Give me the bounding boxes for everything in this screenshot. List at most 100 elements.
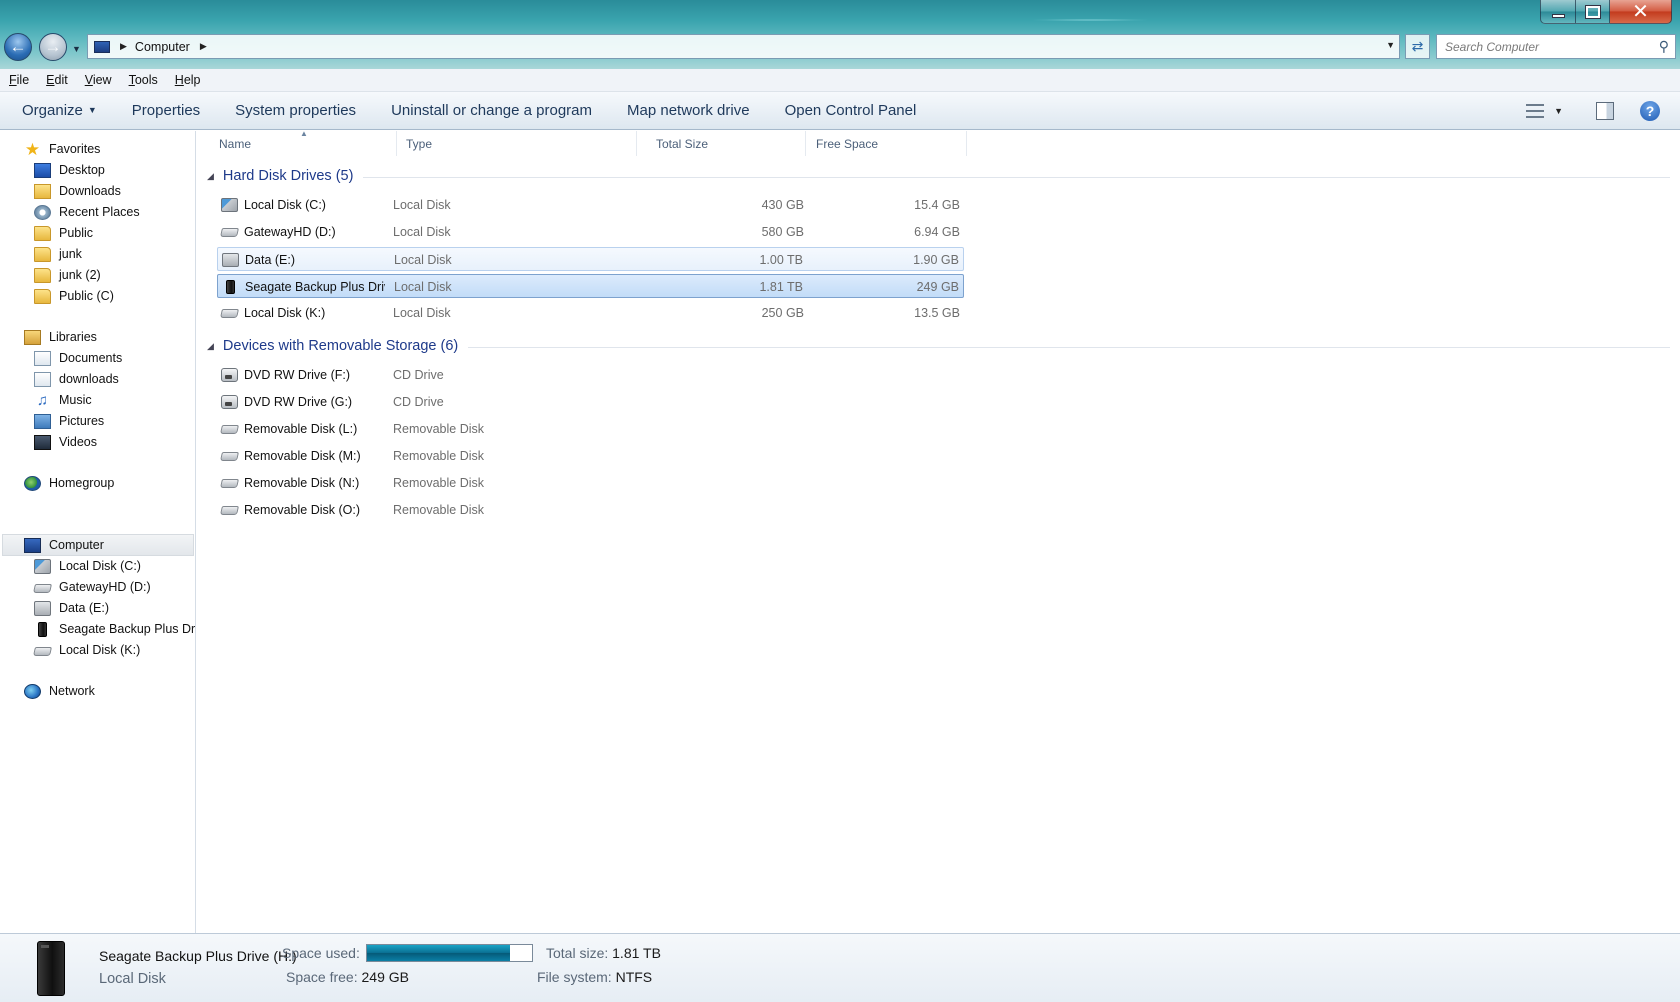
menu-tools[interactable]: Tools <box>129 73 158 87</box>
device-row[interactable]: Removable Disk (N:) Removable Disk <box>217 471 964 495</box>
properties-button[interactable]: Properties <box>132 102 200 119</box>
nav-fav-junk[interactable]: junk <box>34 244 82 264</box>
nav-network[interactable]: Network <box>24 681 95 701</box>
space-used-fill <box>367 945 510 961</box>
refresh-button[interactable]: ⇄ <box>1405 34 1430 59</box>
device-row[interactable]: DVD RW Drive (F:) CD Drive <box>217 363 964 387</box>
group-header-removable-storage[interactable]: ◢ Devices with Removable Storage (6) <box>207 338 1670 354</box>
maximize-button[interactable] <box>1576 0 1610 24</box>
breadcrumb-chevron-icon[interactable]: ▶ <box>120 41 127 52</box>
menu-file[interactable]: File <box>9 73 29 87</box>
drive-total-size: 250 GB <box>761 306 804 320</box>
drive-free-space: 6.94 GB <box>914 225 960 239</box>
nav-drive-e[interactable]: Data (E:) <box>34 598 109 618</box>
folder-icon <box>34 267 51 283</box>
device-row[interactable]: Removable Disk (L:) Removable Disk <box>217 417 964 441</box>
column-header-free-space[interactable]: Free Space <box>816 131 967 156</box>
nav-fav-downloads[interactable]: Downloads <box>34 181 121 201</box>
command-bar: Organize ▼ Properties System properties U… <box>0 92 1680 130</box>
homegroup-icon <box>24 475 41 491</box>
device-type: CD Drive <box>393 368 444 382</box>
nav-favorites[interactable]: ★ Favorites <box>24 139 101 159</box>
nav-label: downloads <box>59 372 119 386</box>
desktop-icon <box>34 162 51 178</box>
value-text: NTFS <box>615 969 653 985</box>
nav-label: Network <box>49 684 95 698</box>
map-network-drive-button[interactable]: Map network drive <box>627 102 750 119</box>
forward-button[interactable]: → <box>39 33 67 61</box>
nav-computer[interactable]: Computer <box>24 535 104 555</box>
nav-drive-d[interactable]: GatewayHD (D:) <box>33 577 151 597</box>
drive-type: Local Disk <box>394 280 452 294</box>
pictures-icon <box>34 413 51 429</box>
nav-homegroup[interactable]: Homegroup <box>24 473 114 493</box>
nav-lib-documents[interactable]: Documents <box>34 348 122 368</box>
nav-lib-pictures[interactable]: Pictures <box>34 411 104 431</box>
device-row[interactable]: Removable Disk (M:) Removable Disk <box>217 444 964 468</box>
help-icon[interactable]: ? <box>1640 101 1660 121</box>
view-controls: ▼ ? <box>1526 92 1680 130</box>
menu-edit[interactable]: Edit <box>46 73 68 87</box>
removable-disk-icon <box>220 425 239 434</box>
breadcrumb-computer[interactable]: Computer <box>135 40 190 54</box>
system-properties-button[interactable]: System properties <box>235 102 356 119</box>
device-row[interactable]: DVD RW Drive (G:) CD Drive <box>217 390 964 414</box>
hard-drive-icon <box>34 600 51 616</box>
nav-drive-h[interactable]: Seagate Backup Plus Drive <box>34 619 195 639</box>
address-history-dropdown[interactable]: ▼ <box>1386 40 1395 50</box>
back-button[interactable]: ← <box>4 33 32 61</box>
column-header-type[interactable]: Type <box>406 131 637 156</box>
address-bar[interactable]: ▶ Computer ▶ ▼ <box>87 34 1400 59</box>
nav-fav-desktop[interactable]: Desktop <box>34 160 105 180</box>
nav-fav-public-c[interactable]: Public (C) <box>34 286 114 306</box>
drive-row[interactable]: GatewayHD (D:) Local Disk 580 GB 6.94 GB <box>217 220 964 244</box>
space-used-label: Space used: <box>282 945 360 961</box>
drive-row[interactable]: Seagate Backup Plus Driv... Local Disk 1.8… <box>217 274 964 298</box>
folder-icon <box>34 246 51 262</box>
menu-help-rest: elp <box>183 73 201 87</box>
documents-icon <box>34 371 51 387</box>
nav-label: Videos <box>59 435 97 449</box>
drive-row[interactable]: Local Disk (C:) Local Disk 430 GB 15.4 GB <box>217 193 964 217</box>
file-system: File system: NTFS <box>537 969 652 985</box>
documents-icon <box>34 350 51 366</box>
collapse-triangle-icon[interactable]: ◢ <box>207 341 214 352</box>
back-arrow-icon: ← <box>9 37 27 56</box>
system-drive-icon <box>221 198 238 212</box>
file-list: Name Type Total Size Free Space ◢ Hard D… <box>197 131 1680 933</box>
open-control-panel-button[interactable]: Open Control Panel <box>785 102 917 119</box>
search-icon[interactable]: ⚲ <box>1659 38 1669 55</box>
column-header-name[interactable]: Name <box>219 131 397 156</box>
change-view-icon[interactable] <box>1526 104 1545 118</box>
collapse-triangle-icon[interactable]: ◢ <box>207 171 214 182</box>
close-button[interactable]: ✕ <box>1610 0 1672 24</box>
view-options-dropdown[interactable]: ▼ <box>1554 106 1563 116</box>
nav-fav-junk-2[interactable]: junk (2) <box>34 265 101 285</box>
nav-fav-recent-places[interactable]: Recent Places <box>34 202 140 222</box>
preview-pane-icon[interactable] <box>1596 102 1614 120</box>
nav-lib-music[interactable]: ♫ Music <box>34 390 92 410</box>
menu-help[interactable]: Help <box>175 73 201 87</box>
column-header-total-size[interactable]: Total Size <box>656 131 806 156</box>
minimize-button[interactable] <box>1540 0 1576 24</box>
nav-label: Local Disk (C:) <box>59 559 141 573</box>
recent-pages-dropdown[interactable]: ▼ <box>72 44 81 54</box>
nav-label: Pictures <box>59 414 105 428</box>
nav-label: junk <box>59 247 82 261</box>
group-header-hard-disk-drives[interactable]: ◢ Hard Disk Drives (5) <box>207 168 1670 184</box>
drive-row[interactable]: Data (E:) Local Disk 1.00 TB 1.90 GB <box>217 247 964 271</box>
uninstall-program-button[interactable]: Uninstall or change a program <box>391 102 592 119</box>
search-input[interactable]: Search Computer ⚲ <box>1436 34 1676 59</box>
device-row[interactable]: Removable Disk (O:) Removable Disk <box>217 498 964 522</box>
organize-label: Organize <box>22 102 83 119</box>
menu-view[interactable]: View <box>85 73 112 87</box>
breadcrumb-chevron-icon[interactable]: ▶ <box>200 41 207 52</box>
nav-fav-public[interactable]: Public <box>34 223 93 243</box>
drive-row[interactable]: Local Disk (K:) Local Disk 250 GB 13.5 GB <box>217 301 964 325</box>
nav-lib-downloads[interactable]: downloads <box>34 369 119 389</box>
nav-lib-videos[interactable]: Videos <box>34 432 97 452</box>
nav-libraries[interactable]: Libraries <box>24 327 97 347</box>
nav-drive-k[interactable]: Local Disk (K:) <box>33 640 140 660</box>
organize-button[interactable]: Organize ▼ <box>22 102 97 119</box>
nav-drive-c[interactable]: Local Disk (C:) <box>34 556 141 576</box>
